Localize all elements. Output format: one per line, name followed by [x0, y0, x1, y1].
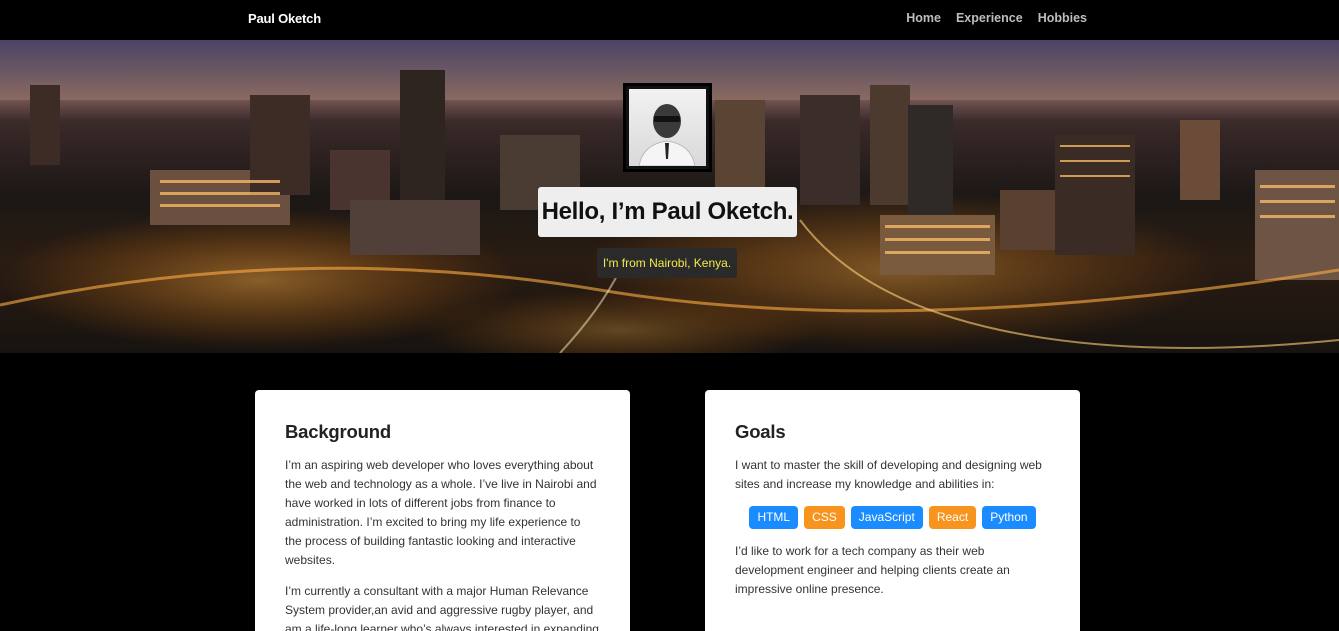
skill-badge-react: React — [928, 506, 977, 529]
hero-subtitle: I'm from Nairobi, Kenya. — [597, 248, 737, 278]
person-portrait-icon — [638, 104, 696, 166]
goals-heading: Goals — [735, 421, 786, 442]
background-heading: Background — [285, 421, 391, 442]
nav-link-home[interactable]: Home — [906, 11, 941, 25]
navbar: Paul Oketch Home Experience Hobbies — [0, 0, 1339, 40]
background-card: Background I’m an aspiring web developer… — [255, 390, 630, 631]
background-paragraph-2: I’m currently a consultant with a major … — [285, 584, 599, 631]
skill-badge-html: HTML — [749, 506, 799, 529]
skill-badge-javascript: JavaScript — [850, 506, 923, 529]
nav-links: Home Experience Hobbies — [906, 11, 1087, 25]
background-paragraph-1: I’m an aspiring web developer who loves … — [285, 458, 597, 567]
nav-link-hobbies[interactable]: Hobbies — [1038, 11, 1087, 25]
goals-intro: I want to master the skill of developing… — [735, 458, 1042, 491]
skill-badge-python: Python — [982, 506, 1036, 529]
hero-title: Hello, I’m Paul Oketch. — [538, 187, 797, 237]
goals-card: Goals I want to master the skill of deve… — [705, 390, 1080, 631]
profile-photo — [623, 83, 712, 172]
skills-list: HTML CSS JavaScript React Python — [735, 506, 1050, 529]
skill-badge-css: CSS — [804, 506, 845, 529]
goals-outro: I’d like to work for a tech company as t… — [735, 544, 1010, 596]
nav-link-experience[interactable]: Experience — [956, 11, 1023, 25]
brand-link[interactable]: Paul Oketch — [248, 11, 321, 26]
hero-banner: Hello, I’m Paul Oketch. I'm from Nairobi… — [0, 40, 1339, 353]
